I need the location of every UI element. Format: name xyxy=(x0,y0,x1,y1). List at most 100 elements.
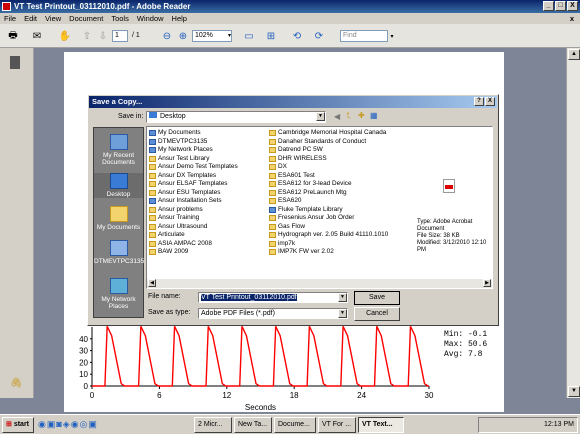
menu-edit[interactable]: Edit xyxy=(24,13,37,24)
file-list-item[interactable]: My Network Places xyxy=(149,146,269,155)
file-list-item[interactable]: Ansur Test Library xyxy=(149,155,269,164)
new-folder-icon[interactable]: ✚ xyxy=(358,111,365,120)
scroll-down-icon[interactable]: ▼ xyxy=(568,386,580,397)
pages-panel-icon[interactable] xyxy=(10,56,20,69)
rotate-right-icon[interactable]: ⟳ xyxy=(310,27,328,45)
dialog-help-button[interactable]: ? xyxy=(474,97,484,106)
taskbar-item-1[interactable]: 2 Micr... xyxy=(194,417,232,433)
file-list-item[interactable]: Cambridge Memorial Hospital Canada xyxy=(269,129,429,138)
file-list-item[interactable]: ESA620 xyxy=(269,197,429,206)
dialog-title-bar[interactable]: Save a Copy... ? X xyxy=(89,96,497,108)
place-my-computer[interactable]: DTMEVTPC3135 xyxy=(94,240,144,265)
scroll-right-icon[interactable]: ▶ xyxy=(483,279,491,287)
zoom-level-input[interactable]: 102% ▾ xyxy=(192,30,232,42)
file-list-item[interactable]: Ansur Demo Test Templates xyxy=(149,163,269,172)
print-icon[interactable]: 🖶 xyxy=(4,27,22,45)
file-list-item[interactable]: BAW 2009 xyxy=(149,248,269,257)
minimize-button[interactable]: _ xyxy=(543,1,554,11)
file-list-item[interactable]: Ansur Installation Sets xyxy=(149,197,269,206)
zoom-in-icon[interactable]: ⊕ xyxy=(176,27,190,45)
file-list-item[interactable]: Ansur problems xyxy=(149,206,269,215)
file-list-item[interactable]: Hydrograph ver. 2.05 Build 41110.1010 xyxy=(269,231,429,240)
menu-help[interactable]: Help xyxy=(172,13,187,24)
back-icon[interactable]: ◀ xyxy=(334,112,340,121)
scroll-up-icon[interactable]: ▲ xyxy=(568,49,580,60)
network-icon xyxy=(109,278,128,294)
x-tick-label: 30 xyxy=(425,391,434,400)
file-list-item[interactable]: DX xyxy=(269,163,429,172)
quick-launch-icons[interactable]: ◉▣◙◈◉◎▣ xyxy=(38,419,98,430)
taskbar-item-active[interactable]: VT Text... xyxy=(358,417,404,433)
cancel-button[interactable]: Cancel xyxy=(354,307,400,321)
previous-page-icon[interactable]: ⇧ xyxy=(80,27,94,45)
up-folder-icon[interactable]: ⮤ xyxy=(346,111,351,121)
file-list-item[interactable]: Articulate xyxy=(149,231,269,240)
dialog-close-button[interactable]: X xyxy=(485,97,495,106)
file-list-item[interactable]: imp7k xyxy=(269,240,429,249)
maximize-button[interactable]: □ xyxy=(555,1,566,11)
file-name: Datrend PC 5W xyxy=(278,146,323,153)
taskbar-item-3[interactable]: Docume... xyxy=(274,417,316,433)
menu-file[interactable]: File xyxy=(4,13,16,24)
start-button[interactable]: ⊞ start xyxy=(2,417,34,433)
fit-width-icon[interactable]: ⊞ xyxy=(262,27,280,45)
file-list-item[interactable]: ESA612 for 3-lead Device xyxy=(269,180,429,189)
menu-window[interactable]: Window xyxy=(137,13,164,24)
taskbar-item-4[interactable]: VT For ... xyxy=(318,417,356,433)
place-network[interactable]: My Network Places xyxy=(94,278,143,310)
file-name: My Documents xyxy=(158,129,201,136)
file-list-item[interactable]: Ansur Training xyxy=(149,214,269,223)
file-list-item[interactable]: IMP7K FW ver 2.02 xyxy=(269,248,429,257)
file-list-item[interactable]: Datrend PC 5W xyxy=(269,146,429,155)
file-list-item[interactable]: Fresenius Ansur Job Order xyxy=(269,214,429,223)
file-list-item[interactable]: ASIA AMPAC 2008 xyxy=(149,240,269,249)
file-list-item[interactable]: Ansur ESU Templates xyxy=(149,189,269,198)
file-list-item[interactable]: DTMEVTPC3135 xyxy=(149,138,269,147)
signatures-icon[interactable]: 🖇 xyxy=(10,378,23,389)
place-desktop[interactable]: Desktop xyxy=(94,173,143,198)
file-list-item[interactable]: Ansur ELSAF Templates xyxy=(149,180,269,189)
close-button[interactable]: X xyxy=(567,1,578,11)
file-name: ESA612 for 3-lead Device xyxy=(278,180,352,187)
place-recent-documents[interactable]: My Recent Documents xyxy=(94,134,143,166)
fit-page-icon[interactable]: ▭ xyxy=(240,27,258,45)
file-list-item[interactable]: Gas Flow xyxy=(269,223,429,232)
menu-view[interactable]: View xyxy=(45,13,61,24)
file-list[interactable]: My Documents DTMEVTPC3135 My Network Place… xyxy=(146,126,493,289)
page-number-input[interactable]: 1 xyxy=(112,30,128,42)
file-list-item[interactable]: My Documents xyxy=(149,129,269,138)
hand-tool-icon[interactable]: ✋ xyxy=(54,27,76,45)
views-menu-icon[interactable]: ▦ xyxy=(370,111,378,120)
window-title-bar[interactable]: VT Test Printout_03112010.pdf - Adobe Re… xyxy=(0,0,580,13)
menu-tools[interactable]: Tools xyxy=(111,13,129,24)
file-name-input[interactable]: VT Test Printout_03112010.pdf ▼ xyxy=(198,292,348,303)
place-my-documents[interactable]: My Documents xyxy=(94,206,143,231)
document-close-button[interactable]: x xyxy=(570,13,574,24)
folder-icon xyxy=(269,138,276,145)
file-list-item[interactable]: DHR WIRELESS xyxy=(269,155,429,164)
file-list-item[interactable]: Danaher Standards of Conduct xyxy=(269,138,429,147)
find-input[interactable]: Find xyxy=(340,30,388,42)
x-tick-label: 24 xyxy=(357,391,366,400)
menu-document[interactable]: Document xyxy=(69,13,103,24)
scroll-left-icon[interactable]: ◀ xyxy=(148,279,156,287)
save-in-dropdown[interactable]: Desktop ▼ xyxy=(146,111,326,123)
folder-icon xyxy=(269,130,276,137)
file-list-item[interactable]: Ansur Ultrasound xyxy=(149,223,269,232)
file-list-item[interactable]: Fluke Template Library xyxy=(269,206,429,215)
taskbar-item-2[interactable]: New Ta... xyxy=(234,417,272,433)
file-list-item[interactable]: Ansur DX Templates xyxy=(149,172,269,181)
file-list-item[interactable]: ESA601 Test xyxy=(269,172,429,181)
file-list-scrollbar[interactable]: ◀ ▶ xyxy=(147,279,492,288)
rotate-icon[interactable]: ⟲ xyxy=(288,27,306,45)
file-list-item[interactable]: ESA612 PreLaunch Mtg xyxy=(269,189,429,198)
save-as-type-dropdown[interactable]: Adobe PDF Files (*.pdf) ▼ xyxy=(198,308,348,319)
file-modified-info: Modified: 3/12/2010 12:10 PM xyxy=(417,240,487,253)
next-page-icon[interactable]: ⇩ xyxy=(96,27,110,45)
zoom-out-icon[interactable]: ⊖ xyxy=(160,27,174,45)
clock: 12:13 PM xyxy=(544,421,574,428)
find-options-chevron-icon[interactable]: ▾ xyxy=(388,27,396,45)
email-icon[interactable]: ✉ xyxy=(26,27,48,45)
save-button[interactable]: Save xyxy=(354,291,400,305)
vertical-scrollbar[interactable]: ▲ ▼ xyxy=(566,48,580,398)
